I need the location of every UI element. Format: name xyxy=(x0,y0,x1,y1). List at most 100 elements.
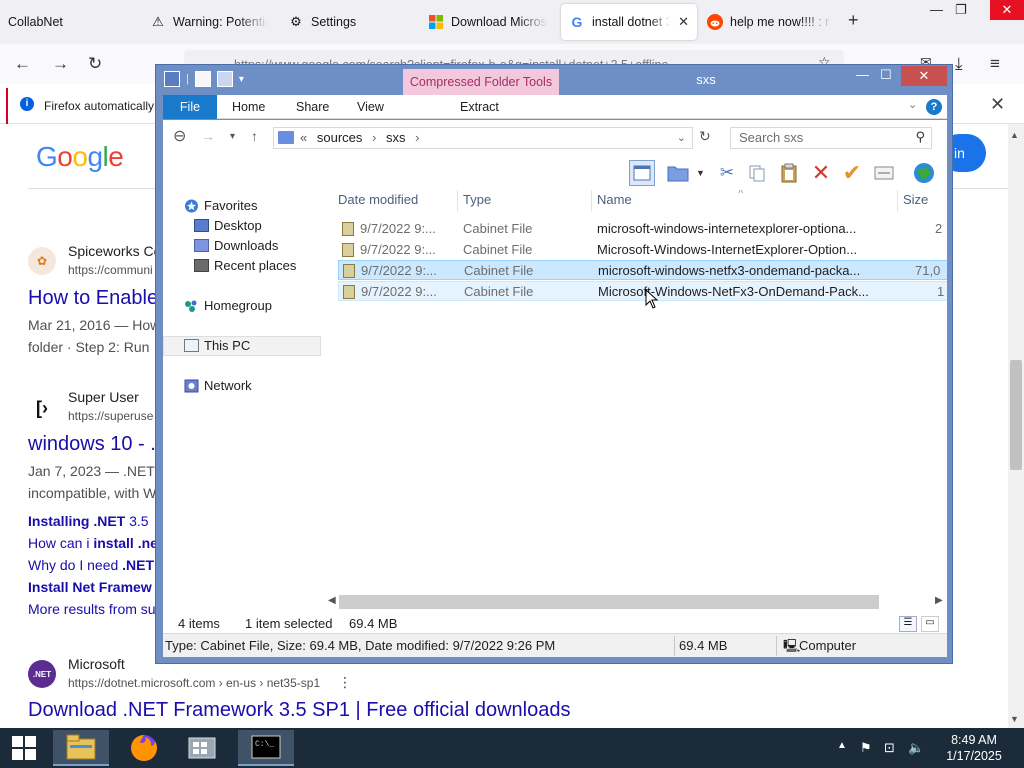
sub-result-link[interactable]: How can i install .ne xyxy=(28,535,158,551)
close-icon[interactable]: ✕ xyxy=(990,94,1005,115)
breadcrumb-overflow[interactable]: « xyxy=(300,130,307,145)
sub-result-link[interactable]: Why do I need .NET xyxy=(28,557,154,573)
nav-this-pc[interactable]: This PC xyxy=(163,336,321,356)
delete-icon[interactable]: ✕ xyxy=(808,160,834,186)
back-icon[interactable]: ⊖ xyxy=(173,126,186,146)
explorer-title-bar[interactable]: | ▾ Compressed Folder Tools sxs — ☐ ✕ xyxy=(156,65,952,95)
back-icon[interactable]: ← xyxy=(14,54,31,74)
column-divider[interactable] xyxy=(457,190,458,212)
result-title[interactable]: Download .NET Framework 3.5 SP1 | Free o… xyxy=(28,699,570,722)
address-dropdown-icon[interactable]: ⌄ xyxy=(677,128,686,148)
recent-locations-icon[interactable]: ▾ xyxy=(230,131,235,142)
scroll-right-icon[interactable]: ▶ xyxy=(935,595,943,606)
globe-icon[interactable] xyxy=(911,160,937,186)
close-window-icon[interactable]: ✕ xyxy=(990,0,1024,20)
chevron-right-icon[interactable]: › xyxy=(415,130,419,145)
volume-muted-icon[interactable]: 🔈 xyxy=(908,740,924,756)
start-button[interactable] xyxy=(0,730,48,766)
refresh-icon[interactable]: ↻ xyxy=(699,128,711,145)
column-divider[interactable] xyxy=(897,190,898,212)
tab-install-dotnet[interactable]: G install dotnet 3 ✕ xyxy=(561,4,697,40)
scroll-down-icon[interactable]: ▼ xyxy=(1010,714,1019,724)
forward-icon[interactable]: → xyxy=(201,128,215,144)
more-options-icon[interactable]: ⋮ xyxy=(338,674,352,691)
tab-reddit[interactable]: help me now!!!! : r xyxy=(707,4,833,40)
large-icons-view-icon[interactable]: ▭ xyxy=(921,616,939,632)
new-folder-icon[interactable] xyxy=(216,71,233,87)
tab-view[interactable]: View xyxy=(357,95,384,119)
file-row[interactable]: 9/7/2022 9:... Cabinet File microsoft-wi… xyxy=(338,219,947,239)
menu-icon[interactable]: ≡ xyxy=(990,54,1000,74)
column-size[interactable]: Size xyxy=(903,192,928,207)
action-center-flag-icon[interactable]: ⚑ xyxy=(860,740,872,756)
forward-icon[interactable]: → xyxy=(52,54,69,74)
taskbar-app[interactable] xyxy=(174,730,230,766)
dropdown-icon[interactable]: ▼ xyxy=(696,168,705,178)
site-url[interactable]: https://communi xyxy=(68,263,153,277)
sub-result-link[interactable]: Installing .NET 3.5 xyxy=(28,513,149,529)
google-logo[interactable]: Google xyxy=(36,141,124,173)
result-title[interactable]: How to Enable xyxy=(28,287,158,310)
tab-settings[interactable]: ⚙ Settings xyxy=(288,4,408,40)
close-tab-icon[interactable]: ✕ xyxy=(678,14,689,30)
help-icon[interactable]: ? xyxy=(926,99,942,115)
folder-options-icon[interactable] xyxy=(665,160,691,186)
tab-extract[interactable]: Extract xyxy=(460,95,499,119)
site-url[interactable]: https://dotnet.microsoft.com › en-us › n… xyxy=(68,676,320,690)
taskbar-firefox[interactable] xyxy=(116,730,172,766)
qat-dropdown-icon[interactable]: ▾ xyxy=(239,74,244,85)
nav-recent-places[interactable]: Recent places xyxy=(163,256,321,276)
taskbar-file-explorer[interactable] xyxy=(53,730,109,766)
maximize-icon[interactable]: ☐ xyxy=(880,67,892,83)
column-divider[interactable] xyxy=(591,190,592,212)
tab-collabnet[interactable]: CollabNet xyxy=(8,4,128,40)
tab-file[interactable]: File xyxy=(163,95,217,119)
expand-ribbon-icon[interactable]: ⌄ xyxy=(908,98,917,111)
copy-icon[interactable] xyxy=(744,160,770,186)
column-type[interactable]: Type xyxy=(463,192,491,207)
show-hidden-icons[interactable]: ▲ xyxy=(837,740,847,751)
rename-check-icon[interactable]: ✔ xyxy=(839,160,865,186)
up-icon[interactable]: ↑ xyxy=(251,128,258,144)
taskbar-command-prompt[interactable]: C:\_ xyxy=(238,730,294,766)
file-row-selected[interactable]: 9/7/2022 9:... Cabinet File microsoft-wi… xyxy=(338,260,947,280)
breadcrumb-sources[interactable]: sources xyxy=(317,130,363,145)
column-date-modified[interactable]: Date modified xyxy=(338,192,418,207)
close-window-icon[interactable]: ✕ xyxy=(901,66,947,86)
search-input[interactable]: Search sxs ⚲ xyxy=(730,127,932,149)
system-clock[interactable]: 8:49 AM 1/17/2025 xyxy=(938,732,1010,764)
properties-icon[interactable] xyxy=(194,71,211,87)
minimize-icon[interactable]: — xyxy=(930,2,943,17)
tab-download-microsoft[interactable]: Download Microso xyxy=(428,4,548,40)
more-results-link[interactable]: More results from su xyxy=(28,601,156,617)
nav-homegroup[interactable]: Homegroup xyxy=(163,296,321,316)
restore-icon[interactable]: ❐ xyxy=(955,2,967,18)
compressed-folder-tools-tab[interactable]: Compressed Folder Tools xyxy=(403,69,559,95)
scroll-up-icon[interactable]: ▲ xyxy=(1010,130,1019,140)
nav-downloads[interactable]: Downloads xyxy=(163,236,321,256)
nav-desktop[interactable]: Desktop xyxy=(163,216,321,236)
site-url[interactable]: https://superuse xyxy=(68,409,153,423)
properties-icon[interactable] xyxy=(871,160,897,186)
tab-warning[interactable]: ⚠ Warning: Potentia xyxy=(150,4,268,40)
chevron-right-icon[interactable]: › xyxy=(372,130,376,145)
reload-icon[interactable]: ↻ xyxy=(88,54,102,74)
downloads-icon[interactable]: ⤓ xyxy=(955,54,963,74)
minimize-icon[interactable]: — xyxy=(856,67,869,82)
horizontal-scrollbar-thumb[interactable] xyxy=(339,595,879,609)
column-name[interactable]: Name xyxy=(597,192,632,207)
result-title[interactable]: windows 10 - . xyxy=(28,433,156,456)
new-tab-button[interactable]: + xyxy=(848,10,859,31)
preview-pane-icon[interactable] xyxy=(629,160,655,186)
tab-home[interactable]: Home xyxy=(232,95,265,119)
page-scrollbar-thumb[interactable] xyxy=(1010,360,1022,470)
tab-share[interactable]: Share xyxy=(296,95,329,119)
sub-result-link[interactable]: Install Net Framew xyxy=(28,579,152,595)
network-tray-icon[interactable]: ⊡ xyxy=(884,740,895,756)
scroll-left-icon[interactable]: ◀ xyxy=(328,595,336,606)
details-view-icon[interactable]: ☰ xyxy=(899,616,917,632)
nav-favorites[interactable]: Favorites xyxy=(163,196,321,216)
file-row[interactable]: 9/7/2022 9:... Cabinet File Microsoft-Wi… xyxy=(338,240,947,260)
address-bar[interactable]: « sources › sxs › ⌄ xyxy=(273,127,693,149)
breadcrumb-sxs[interactable]: sxs xyxy=(386,130,406,145)
